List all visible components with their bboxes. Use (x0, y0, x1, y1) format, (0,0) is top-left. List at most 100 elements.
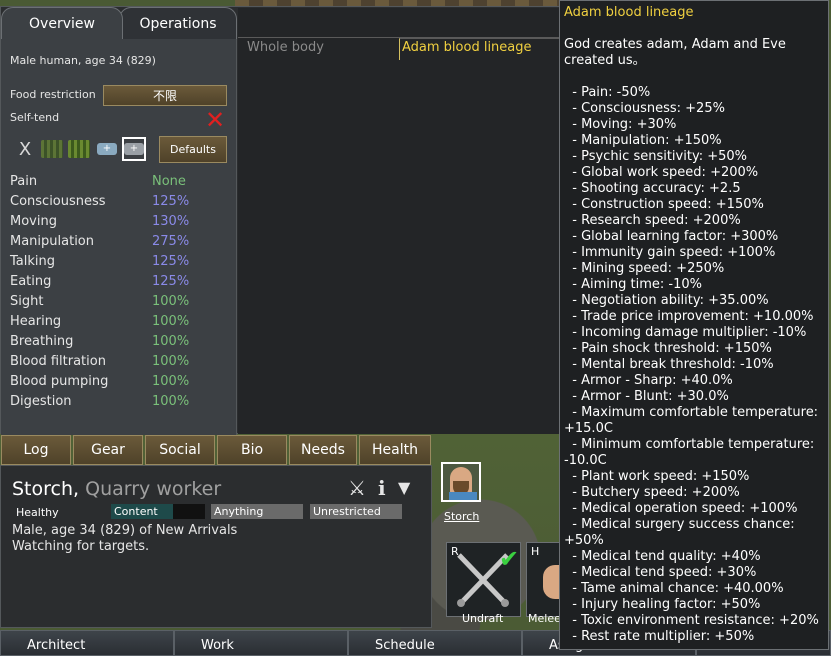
tooltip-effect-line: - Injury healing factor: +50% (564, 597, 761, 612)
capacity-row[interactable]: Eating 125% (1, 272, 237, 292)
pawn-title: Quarry worker (85, 478, 222, 500)
tab-log[interactable]: Log (1, 435, 71, 465)
pawn-name-line: Storch, Quarry worker (12, 478, 221, 500)
health-overview-column: Male human, age 34 (829) Food restrictio… (1, 38, 237, 435)
capacity-row[interactable]: Breathing 100% (1, 332, 237, 352)
mood-status[interactable]: Content (111, 504, 173, 519)
tooltip-effect-line: - Butchery speed: +200% (564, 485, 740, 500)
capacity-row[interactable]: Digestion 100% (1, 392, 237, 412)
body-part-label: Whole body (247, 40, 324, 55)
inspect-tab-bar: Log Gear Social Bio Needs Health (0, 435, 432, 465)
tooltip-effect-line: - Medical tend quality: +40% (564, 549, 761, 564)
tooltip-effect-line: - Aiming time: -10% (564, 277, 702, 292)
undraft-gizmo[interactable]: R ✔ (446, 542, 521, 617)
capacities-list: Pain None Consciousness 125% Moving 130% Manip… (1, 172, 237, 412)
red-x-icon[interactable]: ✕ (204, 108, 226, 132)
capacity-row[interactable]: Talking 125% (1, 252, 237, 272)
hediff-label[interactable]: Adam blood lineage (402, 40, 532, 55)
no-care-icon[interactable] (40, 137, 64, 161)
tab-overview[interactable]: Overview (1, 7, 123, 39)
tab-needs[interactable]: Needs (289, 435, 357, 465)
tooltip-effects: - Pain: -50% - Consciousness: +25% - Mov… (564, 85, 824, 645)
work-button[interactable]: Work (174, 630, 348, 656)
capacity-row[interactable]: Moving 130% (1, 212, 237, 232)
tooltip-effect-line: - Medical tend speed: +30% (564, 565, 757, 580)
capacity-value: 125% (152, 254, 190, 269)
area-status[interactable]: Unrestricted (310, 504, 402, 519)
tooltip-effect-line: - Global learning factor: +300% (564, 229, 779, 244)
capacity-name: Blood filtration (10, 354, 106, 369)
draft-icon[interactable]: ⚔ (348, 476, 366, 500)
no-meds-icon[interactable]: X (13, 137, 37, 161)
dropdown-icon[interactable]: ▼ (398, 478, 410, 497)
checkmark-icon: ✔ (499, 545, 520, 573)
capacity-row[interactable]: Pain None (1, 172, 237, 192)
tooltip-effect-line: - Armor - Blunt: +30.0% (564, 389, 729, 404)
capacity-name: Moving (10, 214, 57, 229)
tooltip-effect-line: - Global work speed: +200% (564, 165, 759, 180)
tooltip-title: Adam blood lineage (564, 5, 694, 20)
capacity-name: Eating (10, 274, 52, 289)
pawn-summary: Male human, age 34 (829) (10, 54, 156, 67)
tooltip-effect-line: - Minimum comfortable temperature: -10.0… (564, 437, 819, 468)
architect-button[interactable]: Architect (0, 630, 174, 656)
capacity-value: 100% (152, 394, 190, 409)
hediff-area: Whole body Adam blood lineage (238, 8, 560, 434)
tooltip-effect-line: - Mental break threshold: -10% (564, 357, 774, 372)
capacity-name: Hearing (10, 314, 62, 329)
capacity-name: Digestion (10, 394, 72, 409)
food-restriction-label: Food restriction (10, 88, 96, 101)
capacity-value: 100% (152, 294, 190, 309)
capacity-value: 275% (152, 234, 190, 249)
food-policy-status[interactable]: Anything (211, 504, 303, 519)
tooltip-effect-line: - Medical surgery success chance: +50% (564, 517, 799, 548)
capacity-name: Sight (10, 294, 44, 309)
industrial-medicine-icon[interactable]: + (95, 137, 119, 161)
tooltip-effect-line: - Rest rate multiplier: +50% (564, 629, 755, 644)
capacity-row[interactable]: Blood pumping 100% (1, 372, 237, 392)
colonist-portrait[interactable] (441, 462, 481, 502)
defaults-button[interactable]: Defaults (159, 136, 227, 163)
undraft-label: Undraft (462, 612, 504, 625)
capacity-value: 130% (152, 214, 190, 229)
capacity-name: Consciousness (10, 194, 106, 209)
tab-social[interactable]: Social (145, 435, 215, 465)
tooltip-description: God creates adam, Adam and Eve created u… (564, 37, 786, 68)
info-icon[interactable]: i (378, 476, 386, 500)
capacity-value: 100% (152, 314, 190, 329)
schedule-button[interactable]: Schedule (348, 630, 522, 656)
capacity-value: None (152, 174, 186, 189)
herbal-medicine-icon[interactable] (67, 137, 91, 161)
tooltip-effect-line: - Toxic environment resistance: +20% (564, 613, 819, 628)
name-separator: , (73, 478, 86, 500)
capacity-row[interactable]: Blood filtration 100% (1, 352, 237, 372)
pawn-inspect-panel: Storch, Quarry worker ⚔ i ▼ Healthy Cont… (0, 465, 432, 628)
pawn-header-icons: ⚔ i ▼ (348, 476, 424, 500)
tooltip-effect-line: - Maximum comfortable temperature: +15.0… (564, 405, 823, 436)
food-restriction-button[interactable]: 不限 (103, 85, 227, 106)
capacity-row[interactable]: Consciousness 125% (1, 192, 237, 212)
tab-bio[interactable]: Bio (217, 435, 287, 465)
capacity-name: Blood pumping (10, 374, 109, 389)
glitterworld-medicine-icon[interactable]: + (122, 137, 146, 161)
capacity-row[interactable]: Hearing 100% (1, 312, 237, 332)
colonist-name[interactable]: Storch (444, 510, 479, 523)
medicine-care-selector: X + + (13, 137, 153, 161)
capacity-value: 100% (152, 334, 190, 349)
tooltip-effect-line: - Pain: -50% (564, 85, 651, 100)
capacity-row[interactable]: Manipulation 275% (1, 232, 237, 252)
tooltip-effect-line: - Incoming damage multiplier: -10% (564, 325, 807, 340)
capacity-name: Breathing (10, 334, 74, 349)
capacity-name: Manipulation (10, 234, 95, 249)
pawn-name: Storch (12, 478, 74, 500)
tab-health[interactable]: Health (359, 435, 431, 465)
tab-operations[interactable]: Operations (119, 7, 237, 39)
health-status[interactable]: Healthy (12, 504, 100, 519)
mood-bar-empty (173, 504, 205, 519)
tab-gear[interactable]: Gear (73, 435, 143, 465)
capacity-row[interactable]: Sight 100% (1, 292, 237, 312)
capacity-value: 125% (152, 194, 190, 209)
pawn-current-job: Watching for targets. (12, 539, 150, 554)
health-panel: Male human, age 34 (829) Food restrictio… (0, 6, 560, 435)
capacity-name: Pain (10, 174, 38, 189)
